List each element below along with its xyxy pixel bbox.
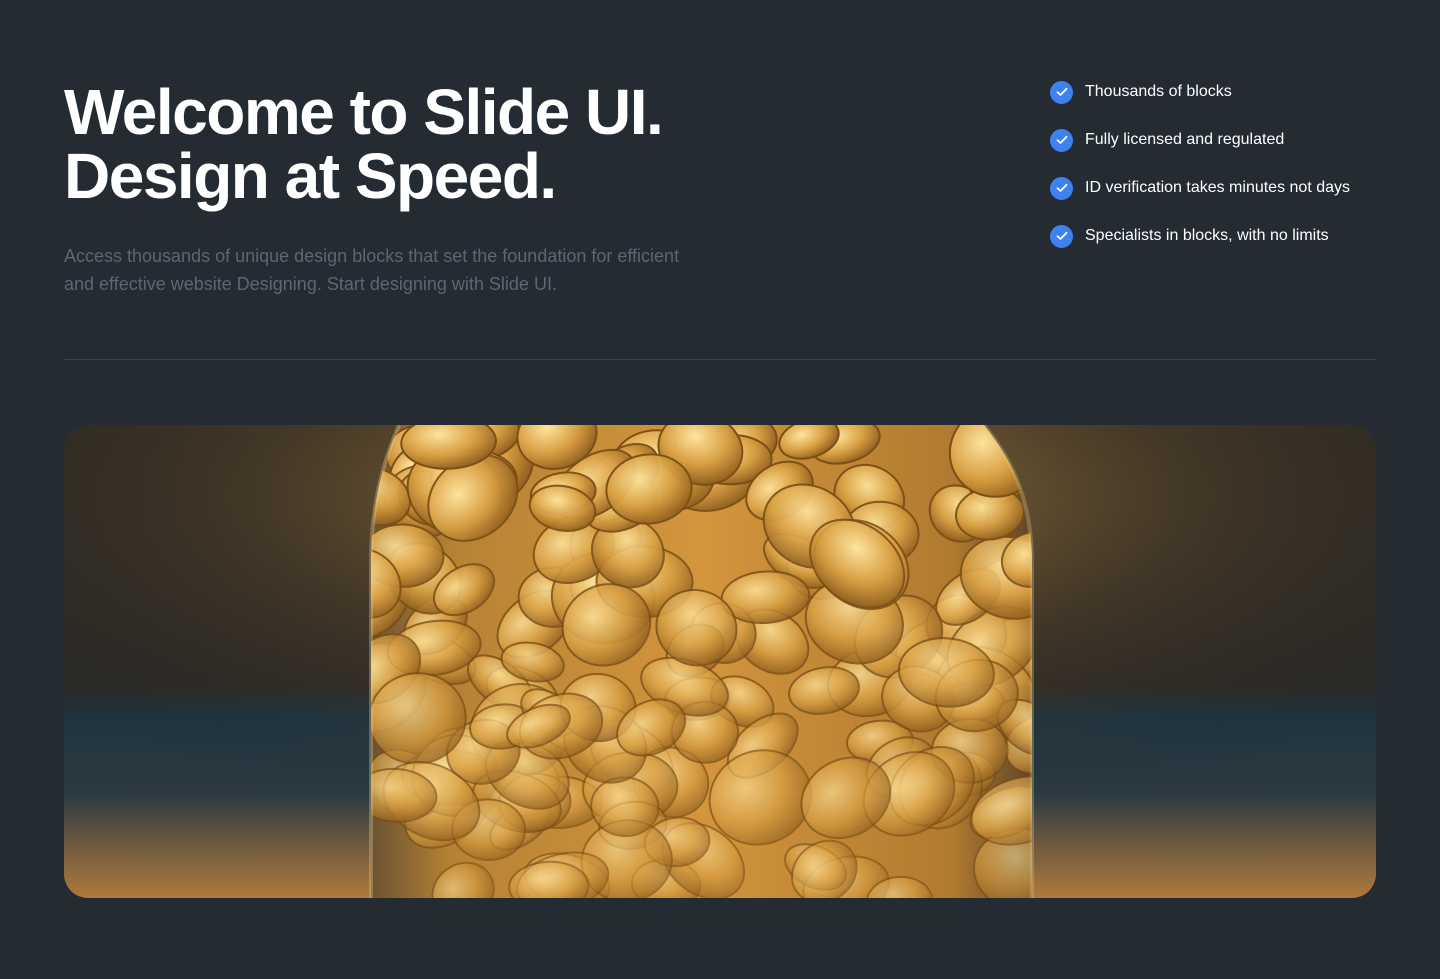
section-divider [64, 359, 1376, 360]
coin-jar-image [64, 425, 1376, 898]
hero-description: Access thousands of unique design blocks… [64, 246, 680, 294]
feature-list: Thousands of blocks Fully licensed and r… [1050, 80, 1350, 272]
check-circle-icon [1050, 176, 1073, 200]
feature-item: Fully licensed and regulated [1050, 128, 1350, 152]
feature-label: ID verification takes minutes not days [1085, 179, 1351, 196]
feature-item: Thousands of blocks [1050, 80, 1350, 104]
hero-title: Welcome to Slide UI. Design at Speed. [64, 76, 664, 212]
hero-title-line-2: Design at Speed. [64, 140, 557, 212]
feature-label: Thousands of blocks [1085, 83, 1232, 100]
feature-label: Fully licensed and regulated [1085, 131, 1285, 148]
feature-item: ID verification takes minutes not days [1050, 176, 1350, 200]
coin-jar-illustration [64, 425, 1376, 898]
page: Welcome to Slide UI. Design at Speed. Ac… [0, 0, 1440, 979]
feature-item: Specialists in blocks, with no limits [1050, 224, 1350, 248]
check-circle-icon [1050, 80, 1073, 104]
check-circle-icon [1050, 128, 1073, 152]
feature-label: Specialists in blocks, with no limits [1085, 227, 1329, 244]
check-circle-icon [1050, 224, 1073, 248]
hero-title-line-1: Welcome to Slide UI. [64, 76, 664, 148]
